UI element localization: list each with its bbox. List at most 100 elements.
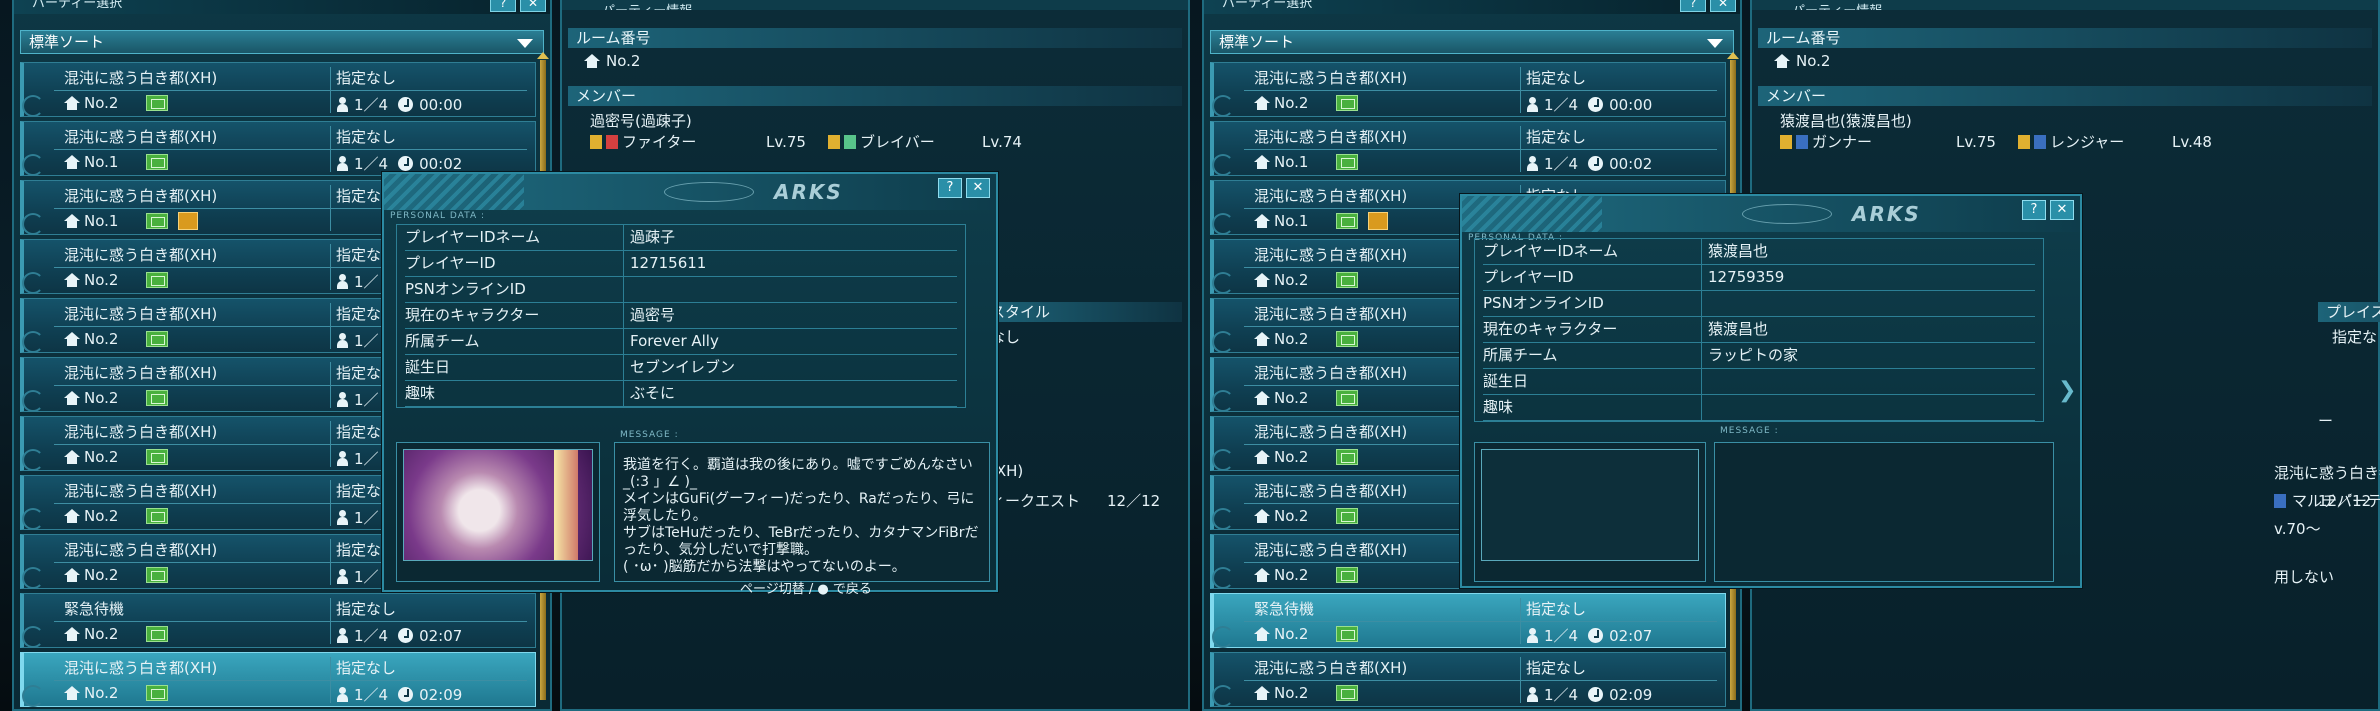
field-value <box>1701 369 2035 394</box>
quest-name: 混沌に惑う白き都(XH) <box>64 541 218 559</box>
symbol-art-image <box>403 449 593 561</box>
party-description: 指定なし <box>336 128 397 146</box>
room-info: No.2 <box>64 330 169 348</box>
room-number: No.2 <box>84 507 119 525</box>
close-button[interactable]: ✕ <box>1710 0 1736 12</box>
symbol-art-empty <box>1481 449 1699 561</box>
quest-chip-icon <box>1336 272 1359 288</box>
house-icon <box>64 214 80 228</box>
quest-name: 混沌に惑う白き都(XH) <box>1254 69 1408 87</box>
chevron-right-icon[interactable]: ❯ <box>2058 378 2076 403</box>
quest-chip-icon <box>1336 685 1359 701</box>
room-info: No.2 <box>1254 330 1359 348</box>
person-icon <box>1526 97 1538 112</box>
player-count: 1／ <box>354 273 379 291</box>
help-button[interactable]: ? <box>490 0 516 12</box>
elapsed-time: 02:07 <box>419 626 463 645</box>
quest-chip-icon <box>146 213 169 229</box>
close-button[interactable]: ✕ <box>2050 200 2074 220</box>
party-list-row[interactable]: 緊急待機 指定なし No.2 1／4 02:07 <box>1210 593 1726 648</box>
room-info: No.2 <box>1254 507 1359 525</box>
room-number: No.2 <box>84 330 119 348</box>
field-label: プレイヤーIDネーム <box>405 228 541 246</box>
party-list-row[interactable]: 混沌に惑う白き都(XH) 指定なし No.2 1／4 02:09 <box>20 652 536 707</box>
scroll-up-icon[interactable] <box>1727 52 1739 59</box>
help-button[interactable]: ? <box>2022 200 2046 220</box>
sort-dropdown[interactable]: 標準ソート <box>1210 30 1734 54</box>
house-icon <box>584 54 600 68</box>
quest-name: 混沌に惑う白き都(XH) <box>64 423 218 441</box>
help-button[interactable]: ? <box>938 178 962 198</box>
elapsed-time: 00:00 <box>1609 95 1653 114</box>
scroll-up-icon[interactable] <box>537 52 549 59</box>
row-ring-decoration <box>1212 390 1234 412</box>
member-name[interactable]: 猿渡昌也(猿渡昌也) <box>1780 110 2378 131</box>
person-icon <box>336 333 348 348</box>
field-label: プレイヤーIDネーム <box>1483 242 1619 260</box>
room-number-header: ルーム番号 <box>1758 28 2372 48</box>
row-ring-decoration <box>1212 213 1234 235</box>
quest-name: 混沌に惑う白き都(XH) <box>1254 541 1408 559</box>
quest-name: 混沌に惑う白き都(XH) <box>64 69 218 87</box>
party-description: 指定な <box>336 482 382 500</box>
personal-data-row: プレイヤーID 12715611 <box>405 251 957 277</box>
row-ring-decoration <box>1212 272 1234 294</box>
player-info: 1／ <box>336 271 379 292</box>
sort-label: 標準ソート <box>29 33 105 51</box>
help-button[interactable]: ? <box>1680 0 1706 12</box>
party-list-row[interactable]: 混沌に惑う白き都(XH) 指定なし No.1 1／4 00:02 <box>20 121 536 176</box>
quest-chip-icon <box>1336 213 1359 229</box>
party-description: 指定なし <box>336 659 397 677</box>
party-list-row[interactable]: 混沌に惑う白き都(XH) 指定なし No.2 1／4 00:00 <box>1210 62 1726 117</box>
personal-data-label: PERSONAL DATA : <box>390 211 486 221</box>
member-name[interactable]: 過密号(過疎子) <box>590 110 1188 131</box>
room-info: No.2 <box>1254 625 1359 643</box>
quest-name: 混沌に惑う白き都(XH) <box>1254 246 1408 264</box>
house-icon <box>1254 96 1270 110</box>
house-icon <box>1254 155 1270 169</box>
quest-chip-icon <box>1336 567 1359 583</box>
quest-name: 混沌に惑う白き都(XH) <box>64 246 218 264</box>
quest-count: 12／12 <box>2318 492 2372 510</box>
party-list-row[interactable]: 混沌に惑う白き都(XH) 指定なし No.1 1／4 00:02 <box>1210 121 1726 176</box>
clock-icon <box>398 687 414 702</box>
sort-dropdown[interactable]: 標準ソート <box>20 30 544 54</box>
room-number: No.2 <box>84 684 119 702</box>
sort-label: 標準ソート <box>1219 33 1295 51</box>
player-count: 1／ <box>354 391 379 409</box>
clock-icon <box>398 97 414 112</box>
party-list-row[interactable]: 混沌に惑う白き都(XH) 指定なし No.2 1／4 00:00 <box>20 62 536 117</box>
row-ring-decoration <box>1212 567 1234 589</box>
fighter-class-icon <box>606 134 618 149</box>
room-number: No.1 <box>84 212 119 230</box>
member-classes: ファイター Lv.75 ブレイバー Lv.74 <box>590 131 1188 152</box>
field-value: ラッピトの家 <box>1701 343 2035 368</box>
close-button[interactable]: ✕ <box>966 178 990 198</box>
personal-data-window: ARKS ? ✕ PERSONAL DATA : プレイヤーIDネーム 過疎子 プレイ… <box>382 172 998 597</box>
party-description: 指定な <box>336 364 382 382</box>
quest-count: 12／12 <box>1107 492 1161 510</box>
party-list-row[interactable]: 混沌に惑う白き都(XH) 指定なし No.2 1／4 02:09 <box>1210 652 1726 707</box>
row-ring-decoration <box>22 331 44 353</box>
main-level: Lv.75 <box>766 132 806 151</box>
row-ring-decoration <box>22 213 44 235</box>
field-value <box>1701 291 2035 316</box>
room-number: No.2 <box>1274 330 1309 348</box>
house-icon <box>1774 54 1790 68</box>
personal-data-row: PSNオンラインID <box>1483 291 2035 317</box>
screenshot-right: パーティー選択 ? ✕ 標準ソート 混沌に惑う白き都(XH) 指定なし No.2 1／… <box>1190 0 2380 711</box>
house-icon <box>64 155 80 169</box>
close-button[interactable]: ✕ <box>520 0 546 12</box>
members-header: メンバー <box>1758 86 2372 106</box>
field-value: 過疎子 <box>623 225 957 250</box>
room-info: No.1 <box>1254 153 1359 171</box>
house-icon <box>64 273 80 287</box>
field-value: 12759359 <box>1701 265 2035 290</box>
party-description: 指定なし <box>1526 659 1587 677</box>
party-list-row[interactable]: 緊急待機 指定なし No.2 1／4 02:07 <box>20 593 536 648</box>
party-description: 指定なし <box>1526 600 1587 618</box>
sub-class: ブレイバー <box>860 133 935 151</box>
quest-name: 混沌に惑う白き都(XH) <box>2274 464 2380 482</box>
party-dash: ー <box>2318 412 2334 430</box>
row-ring-decoration <box>22 95 44 117</box>
